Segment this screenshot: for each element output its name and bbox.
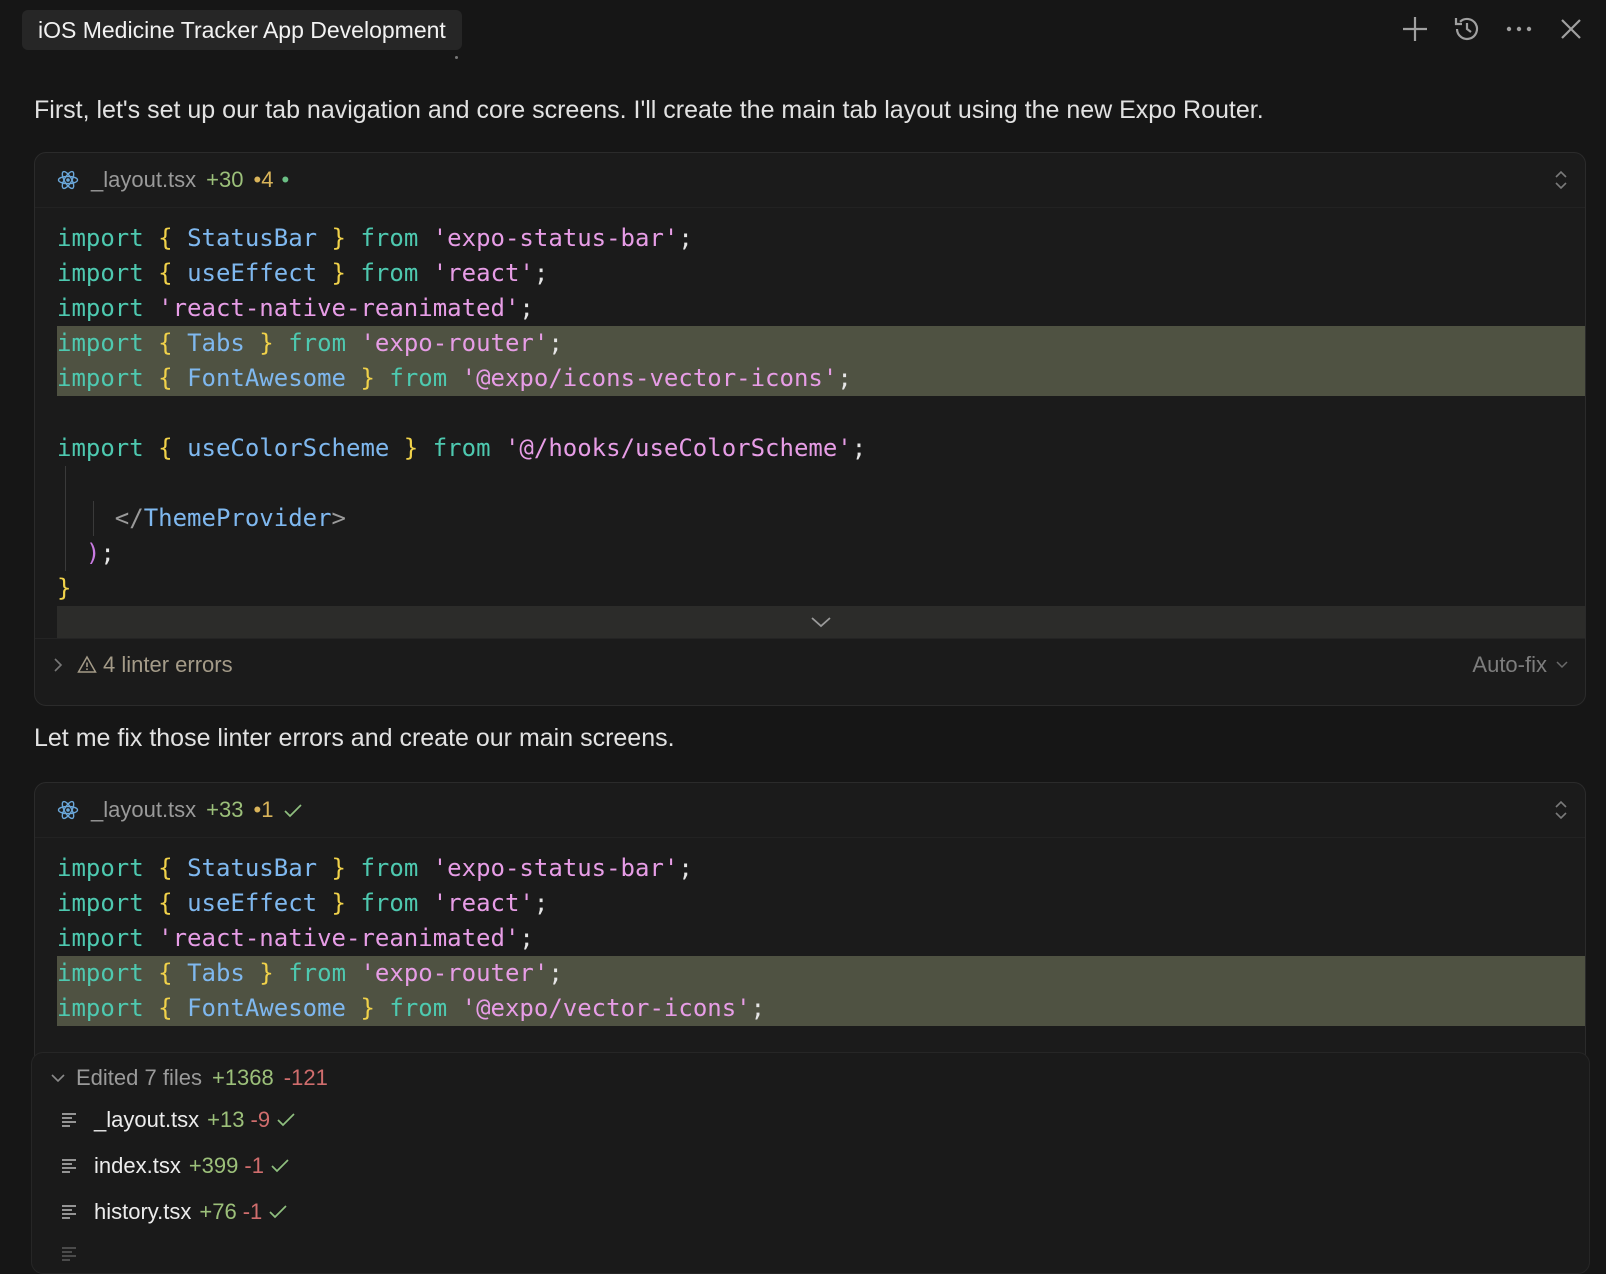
file-name: history.tsx [94,1199,192,1224]
lines-modified: •4 [253,167,274,192]
code-edit-block: _layout.tsx +30 •4 • import { StatusBar } f… [34,152,1586,706]
top-actions [1400,14,1586,44]
code-line: import { useEffect } from 'react'; [57,889,549,917]
assistant-message: Let me fix those linter errors and creat… [34,724,675,752]
warning-icon [77,655,97,679]
edited-file-row[interactable]: _layout.tsx +13 -9 [60,1107,296,1133]
code-view: import { StatusBar } from 'expo-status-b… [35,208,1585,638]
chevron-down-icon [811,617,831,628]
check-icon [284,804,303,818]
lines-added: +30 [206,167,244,192]
code-line-added: import { FontAwesome } from '@expo/icons… [57,361,1585,396]
chat-title-tab[interactable]: iOS Medicine Tracker App Development [22,10,462,50]
edited-file-row-partial[interactable] [60,1245,78,1263]
file-lines-icon [62,1159,76,1173]
expand-collapse-icon[interactable] [1553,799,1569,826]
file-lines-icon [62,1247,76,1261]
file-name: _layout.tsx +30 •4 • [91,167,290,192]
edited-files-header[interactable]: Edited 7 files +1368 -121 [50,1065,328,1091]
code-line: } [57,574,72,602]
code-line: import { StatusBar } from 'expo-status-b… [57,224,693,252]
code-line: import 'react-native-reanimated'; [57,294,534,322]
code-line: import { useColorScheme } from '@/hooks/… [57,434,867,462]
expand-collapse-icon[interactable] [1553,169,1569,196]
lines-modified: •1 [253,797,274,822]
code-line-added: import { FontAwesome } from '@expo/vecto… [57,991,1585,1026]
edited-file-row[interactable]: history.tsx +76 -1 [60,1199,288,1225]
history-icon[interactable] [1452,14,1482,44]
linter-errors-row[interactable]: 4 linter errors Auto-fix [35,638,1585,691]
lines-added: +33 [206,797,244,822]
code-line-added: import { Tabs } from 'expo-router'; [57,326,1585,361]
expand-code-button[interactable] [57,606,1585,638]
code-line: </ThemeProvider> [35,501,1585,536]
assistant-message: First, let's set up our tab navigation a… [34,96,1264,124]
new-chat-icon[interactable] [1400,14,1430,44]
top-bar: iOS Medicine Tracker App Development [0,0,1606,62]
file-name: index.tsx [94,1153,181,1178]
file-lines-icon [62,1205,76,1219]
more-options-icon[interactable] [1504,14,1534,44]
react-file-icon [57,169,79,196]
chevron-right-icon [53,657,63,678]
edited-file-row[interactable]: index.tsx +399 -1 [60,1153,290,1179]
check-icon [277,1113,295,1127]
file-lines-icon [62,1113,76,1127]
scroll-marker [455,56,458,59]
check-icon [271,1159,289,1173]
code-block-header[interactable]: _layout.tsx +30 •4 • [35,153,1585,208]
chevron-down-icon [51,1074,65,1083]
close-icon[interactable] [1556,14,1586,44]
code-line: import { useEffect } from 'react'; [57,259,549,287]
auto-fix-button[interactable]: Auto-fix [1472,652,1569,678]
react-file-icon [57,799,79,826]
code-line: import 'react-native-reanimated'; [57,924,534,952]
code-line: ); [35,536,1585,571]
status-dot: • [281,167,290,192]
check-icon [269,1205,287,1219]
code-edit-block: _layout.tsx +33 •1 import { StatusBar } fr… [34,782,1586,1073]
chevron-down-icon [1556,661,1568,669]
linter-errors-label: 4 linter errors [103,652,233,677]
file-name: _layout.tsx +33 •1 [91,797,303,823]
edited-files-panel: Edited 7 files +1368 -121 _layout.tsx +13 -9… [31,1052,1590,1274]
code-line-added: import { Tabs } from 'expo-router'; [57,956,1585,991]
code-line: import { StatusBar } from 'expo-status-b… [57,854,693,882]
code-view: import { StatusBar } from 'expo-status-b… [35,838,1585,1026]
code-block-header[interactable]: _layout.tsx +33 •1 [35,783,1585,838]
code-line-blank [35,466,1585,501]
file-name: _layout.tsx [94,1107,200,1132]
